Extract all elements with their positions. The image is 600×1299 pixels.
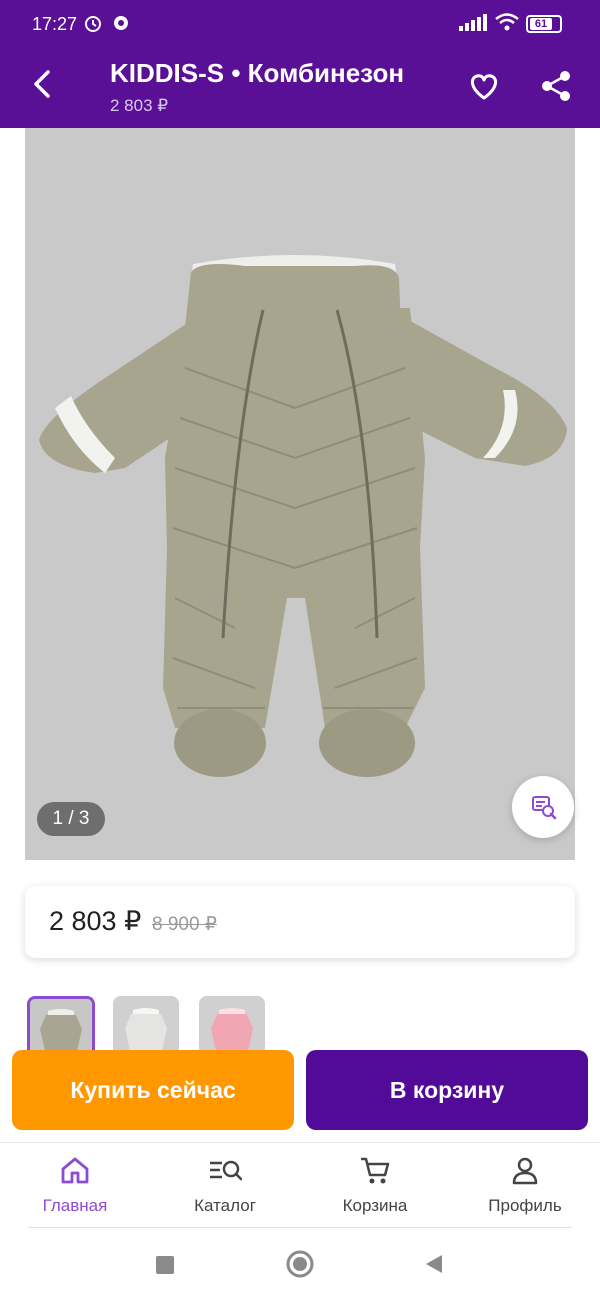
current-price: 2 803 ₽	[49, 906, 142, 936]
cart-icon	[361, 1157, 390, 1184]
thumbnail-image	[113, 996, 179, 1056]
system-navigation	[0, 1230, 600, 1299]
home-icon	[61, 1157, 89, 1184]
header-price: 2 803 ₽	[110, 96, 169, 115]
nav-profile-label: Профиль	[488, 1196, 562, 1215]
thumbnail-2[interactable]	[113, 996, 179, 1056]
wifi-icon	[495, 13, 519, 31]
image-search-button[interactable]	[512, 776, 574, 838]
add-to-cart-button[interactable]: В корзину	[306, 1050, 588, 1130]
nav-home-label: Главная	[42, 1196, 108, 1215]
nav-catalog-label: Каталог	[194, 1196, 256, 1215]
nav-cart[interactable]: Корзина	[315, 1155, 435, 1216]
thumbnail-3[interactable]	[199, 996, 265, 1056]
alarm-icon	[85, 16, 101, 32]
buy-now-button[interactable]: Купить сейчас	[12, 1050, 294, 1130]
thumbnail-image	[30, 999, 92, 1055]
snowsuit-image	[39, 255, 567, 777]
home-button-icon[interactable]	[285, 1249, 315, 1279]
catalog-search-icon	[210, 1160, 243, 1181]
divider	[28, 1227, 572, 1228]
nav-profile[interactable]: Профиль	[465, 1155, 585, 1216]
gallery-counter: 1 / 3	[37, 802, 105, 836]
recent-apps-icon[interactable]	[154, 1254, 176, 1276]
thumbnail-image	[199, 996, 265, 1056]
signal-icon	[459, 14, 487, 31]
old-price: 8 900 ₽	[152, 914, 217, 935]
back-triangle-icon[interactable]	[422, 1252, 446, 1276]
battery-icon: 61	[526, 15, 562, 33]
favorite-heart-icon[interactable]	[466, 68, 502, 104]
nav-cart-label: Корзина	[342, 1196, 408, 1215]
thumbnail-1[interactable]	[27, 996, 95, 1058]
notification-icon	[114, 16, 128, 30]
bottom-navigation: Главная Каталог Корзина Профиль	[0, 1142, 600, 1231]
page-title: KIDDIS-S • Комбинезон	[110, 58, 405, 88]
nav-catalog[interactable]: Каталог	[165, 1155, 285, 1216]
share-icon[interactable]	[538, 68, 574, 104]
back-arrow-icon[interactable]	[26, 66, 62, 102]
battery-level: 61	[530, 18, 552, 30]
status-time: 17:27	[32, 14, 78, 34]
image-search-icon	[532, 796, 557, 820]
price-card: 2 803 ₽ 8 900 ₽	[25, 886, 575, 958]
product-image[interactable]	[25, 128, 575, 860]
status-bar: 17:27 61	[0, 0, 600, 44]
profile-icon	[512, 1157, 538, 1185]
app-bar: KIDDIS-S • Комбинезон 2 803 ₽	[0, 44, 600, 128]
nav-home[interactable]: Главная	[15, 1155, 135, 1216]
